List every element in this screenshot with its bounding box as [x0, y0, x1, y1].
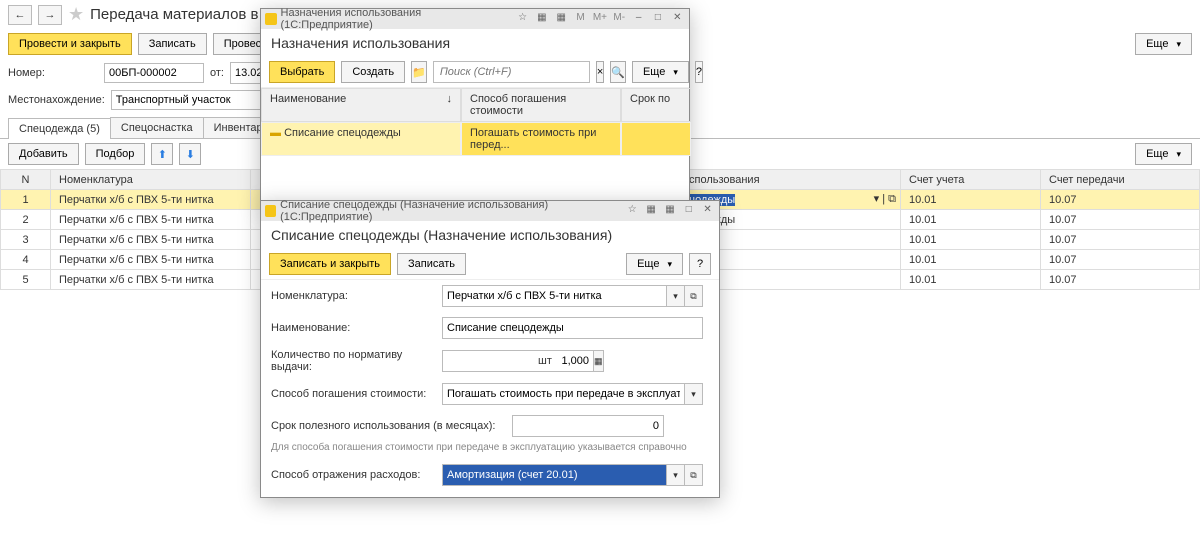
memory-m[interactable]: M	[573, 12, 588, 26]
col-acct: Счет учета	[901, 170, 1041, 190]
save-button[interactable]: Записать	[397, 253, 466, 275]
window-icon[interactable]: ▦	[534, 12, 549, 26]
col-name: Наименование↓	[261, 88, 461, 122]
method-hint: Для способа погашения стоимости при пере…	[261, 442, 719, 459]
method-label: Способ погашения стоимости:	[271, 388, 436, 400]
post-and-close-button[interactable]: Провести и закрыть	[8, 33, 132, 55]
method-select[interactable]	[442, 383, 685, 405]
create-button[interactable]: Создать	[341, 61, 405, 83]
move-up-button[interactable]: ⬆	[151, 143, 173, 165]
window-heading: Списание спецодежды (Назначение использо…	[261, 221, 719, 249]
qty-label: Количество по нормативу выдачи:	[271, 349, 436, 373]
memory-mplus[interactable]: M+	[592, 12, 607, 26]
window-icon[interactable]: ▦	[554, 12, 569, 26]
window-title: Назначения использования (1С:Предприятие…	[281, 7, 507, 31]
col-n: N	[1, 170, 51, 190]
qty-input[interactable]	[442, 350, 594, 372]
col-usage: спользования	[681, 170, 901, 190]
forward-button[interactable]: →	[38, 5, 62, 25]
nomen-label: Номенклатура:	[271, 290, 436, 302]
stepper-icon[interactable]: ▦	[594, 350, 604, 372]
more-button[interactable]: Еще	[1135, 33, 1192, 55]
modal1-more-button[interactable]: Еще	[632, 61, 689, 83]
search-exec-button[interactable]: 🔍	[610, 61, 626, 83]
minimize-icon[interactable]: –	[631, 12, 646, 26]
location-input[interactable]	[111, 90, 271, 110]
memory-mminus[interactable]: M-	[612, 12, 627, 26]
col-nomen: Номенклатура	[51, 170, 251, 190]
chevron-down-icon[interactable]: ▾	[667, 464, 685, 486]
col-term: Срок по	[621, 88, 691, 122]
expense-label: Способ отражения расходов:	[271, 469, 436, 481]
add-button[interactable]: Добавить	[8, 143, 79, 165]
pick-button[interactable]: Подбор	[85, 143, 146, 165]
open-icon[interactable]: ⧉	[685, 464, 703, 486]
item-icon: ▬	[270, 127, 281, 139]
close-icon[interactable]: ✕	[670, 12, 685, 26]
app-1c-icon	[265, 205, 276, 217]
sub-more-button[interactable]: Еще	[1135, 143, 1192, 165]
qty-unit: шт	[538, 355, 552, 367]
from-label: от:	[210, 67, 224, 79]
nomen-input[interactable]	[442, 285, 667, 307]
number-label: Номер:	[8, 67, 98, 79]
window-icon[interactable]: ▦	[663, 204, 678, 218]
expense-input[interactable]	[442, 464, 667, 486]
open-icon[interactable]: ⧉	[685, 285, 703, 307]
term-label: Срок полезного использования (в месяцах)…	[271, 420, 506, 432]
maximize-icon[interactable]: □	[650, 12, 665, 26]
writeoff-form-window: Списание спецодежды (Назначение использо…	[260, 200, 720, 498]
search-exec-button[interactable]: ×	[596, 61, 604, 83]
window-icon[interactable]: ☆	[625, 204, 640, 218]
modal2-more-button[interactable]: Еще	[626, 253, 683, 275]
window-icon[interactable]: ▦	[644, 204, 659, 218]
window-icon[interactable]: ☆	[515, 12, 530, 26]
close-icon[interactable]: ✕	[700, 204, 715, 218]
choose-button[interactable]: Выбрать	[269, 61, 335, 83]
col-acct-transfer: Счет передачи	[1041, 170, 1200, 190]
col-method: Способ погашения стоимости	[461, 88, 621, 122]
maximize-icon[interactable]: □	[681, 204, 696, 218]
term-input[interactable]	[512, 415, 664, 437]
back-button[interactable]: ←	[8, 5, 32, 25]
usage-purposes-window: Назначения использования (1С:Предприятие…	[260, 8, 690, 207]
help-button[interactable]: ?	[695, 61, 703, 83]
list-item[interactable]: ▬ Списание спецодежды Погашать стоимость…	[261, 122, 689, 156]
save-and-close-button[interactable]: Записать и закрыть	[269, 253, 391, 275]
help-button[interactable]: ?	[689, 253, 711, 275]
create-group-button[interactable]: 📁	[411, 61, 427, 83]
move-down-button[interactable]: ⬇	[179, 143, 201, 165]
save-button[interactable]: Записать	[138, 33, 207, 55]
tab-spetsosnastka[interactable]: Спецоснастка	[110, 117, 204, 138]
location-label: Местонахождение:	[8, 94, 105, 106]
name-input[interactable]	[442, 317, 703, 339]
chevron-down-icon[interactable]: ▾	[685, 383, 703, 405]
name-label: Наименование:	[271, 322, 436, 334]
tab-spetsodezhda[interactable]: Спецодежда (5)	[8, 118, 111, 139]
chevron-down-icon[interactable]: ▾	[667, 285, 685, 307]
favorite-star-icon[interactable]: ★	[68, 4, 84, 25]
app-1c-icon	[265, 13, 277, 25]
number-input[interactable]	[104, 63, 204, 83]
search-input[interactable]	[433, 61, 590, 83]
window-heading: Назначения использования	[261, 29, 689, 57]
window-title: Списание спецодежды (Назначение использо…	[280, 199, 617, 223]
